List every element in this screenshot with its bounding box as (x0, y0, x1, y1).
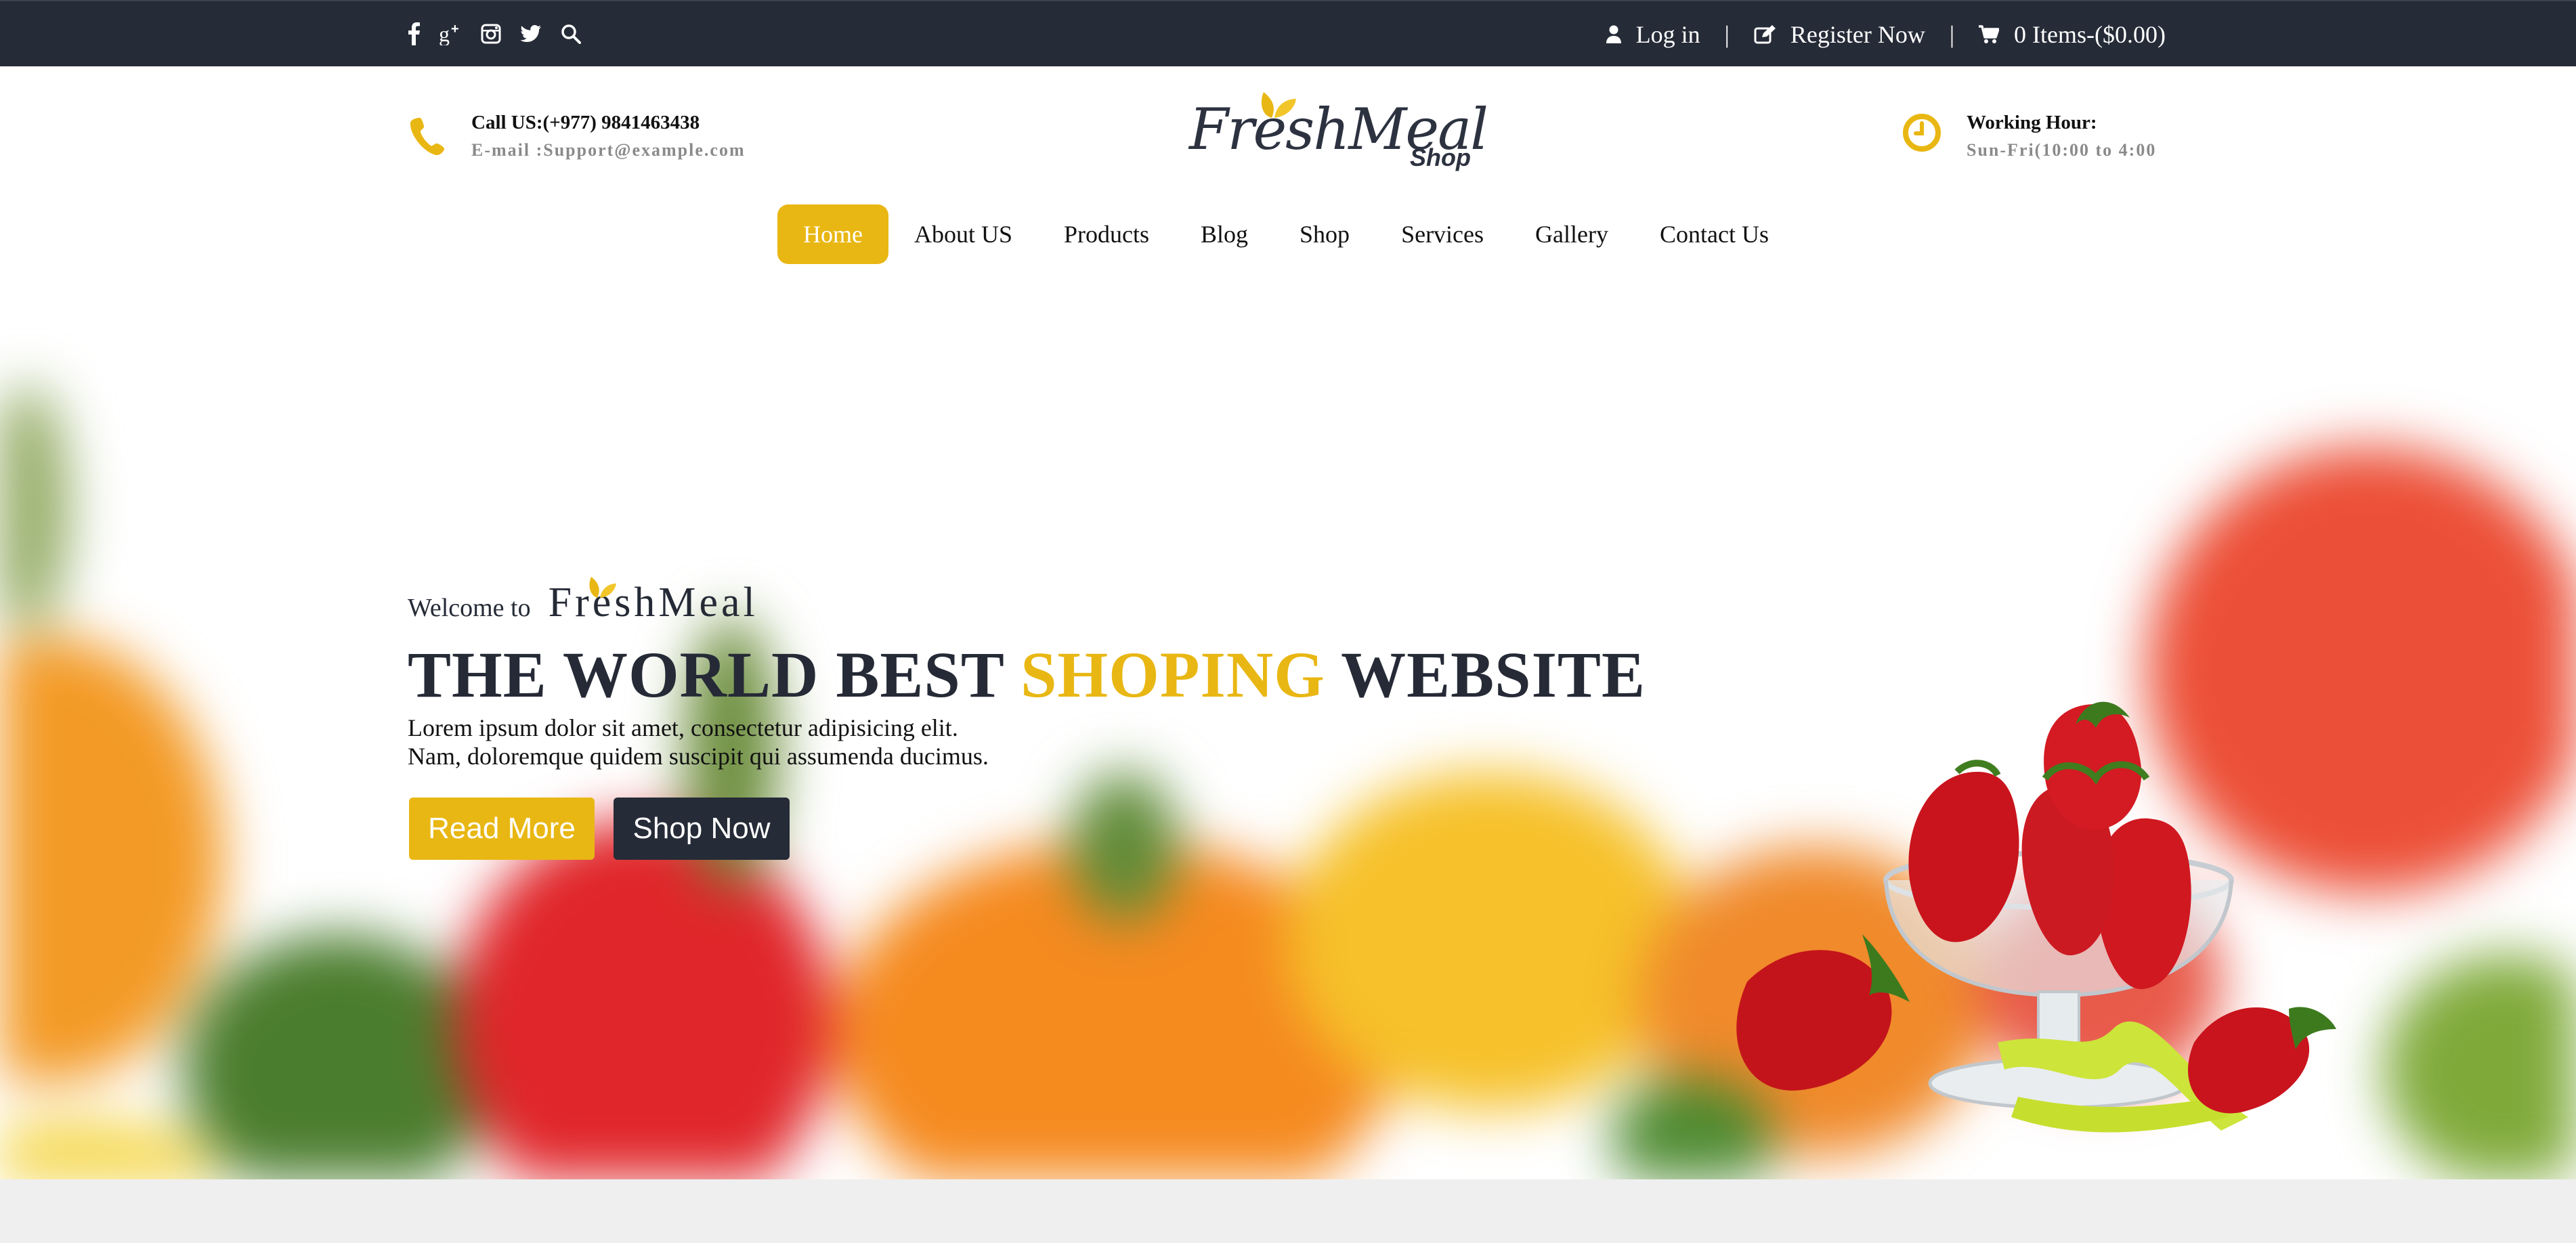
search-icon[interactable] (561, 24, 581, 44)
welcome-text: Welcome to (408, 594, 531, 622)
top-bar: g + Log in | Register Now | 0 Items-($0.… (0, 0, 2576, 66)
login-label: Log in (1635, 21, 1700, 48)
welcome-line: Welcome to FreshMeal (408, 577, 758, 627)
clock-icon (1903, 112, 1945, 161)
brand-text: FreshMeal (548, 580, 758, 626)
site-logo[interactable]: FreshMeal Shop (1185, 81, 1488, 183)
email-address: E-mail :Support@example.com (471, 140, 746, 160)
hero-headline: THE WORLD BEST SHOPING WEBSITE (408, 638, 1646, 712)
nav-item-contact-us[interactable]: Contact Us (1634, 204, 1795, 264)
headline-accent: SHOPING (1021, 638, 1325, 711)
phone-number: Call US:(+977) 9841463438 (471, 112, 700, 133)
svg-text:+: + (451, 22, 459, 37)
shop-now-button[interactable]: Shop Now (614, 798, 790, 860)
edit-icon (1754, 25, 1776, 44)
description-line-2: Nam, doloremque quidem suscipit qui assu… (408, 743, 989, 770)
twitter-icon[interactable] (520, 24, 542, 43)
hero-banner (0, 291, 2576, 1179)
login-link[interactable]: Log in (1606, 20, 1700, 49)
hours-title: Working Hour: (1967, 112, 2097, 133)
nav-item-about-us[interactable]: About US (888, 204, 1038, 264)
nav-item-home[interactable]: Home (777, 204, 888, 264)
cart-link[interactable]: 0 Items-($0.00) (1979, 20, 2166, 49)
hero-description: Lorem ipsum dolor sit amet, consectetur … (408, 714, 989, 770)
nav-item-blog[interactable]: Blog (1175, 204, 1274, 264)
facebook-icon[interactable] (408, 22, 420, 45)
nav-item-services[interactable]: Services (1375, 204, 1509, 264)
strawberry-bowl-image (1736, 701, 2336, 1133)
brand-name: FreshMeal (548, 577, 758, 627)
cart-icon (1979, 25, 2000, 44)
instagram-icon[interactable] (481, 24, 501, 44)
read-more-button[interactable]: Read More (409, 798, 595, 860)
hours-value: Sun-Fri(10:00 to 4:00 (1967, 140, 2157, 160)
phone-icon (408, 112, 450, 161)
leaf-icon (589, 577, 616, 598)
headline-part-1: THE WORLD BEST (408, 638, 1004, 711)
svg-text:g: g (439, 22, 450, 45)
main-navigation: Home About US Products Blog Shop Service… (777, 204, 1795, 264)
description-line-1: Lorem ipsum dolor sit amet, consectetur … (408, 714, 958, 741)
google-plus-icon[interactable]: g + (439, 22, 462, 45)
separator: | (1724, 21, 1730, 48)
nav-item-gallery[interactable]: Gallery (1509, 204, 1634, 264)
headline-part-2: WEBSITE (1341, 638, 1646, 711)
contact-info: Call US:(+977) 9841463438 E-mail :Suppor… (408, 108, 746, 164)
below-hero-strip (0, 1179, 2576, 1243)
nav-item-products[interactable]: Products (1038, 204, 1175, 264)
cart-label: 0 Items-($0.00) (2014, 21, 2166, 48)
register-label: Register Now (1790, 21, 1925, 48)
working-hours: Working Hour: Sun-Fri(10:00 to 4:00 (1903, 108, 2156, 164)
register-link[interactable]: Register Now (1754, 20, 1925, 49)
social-links: g + (408, 19, 581, 49)
separator: | (1949, 21, 1955, 48)
nav-item-shop[interactable]: Shop (1274, 204, 1375, 264)
account-links: Log in | Register Now | 0 Items-($0.00) (1606, 1, 2166, 68)
logo-sub-text: Shop (1410, 144, 1471, 171)
user-icon (1606, 25, 1621, 44)
